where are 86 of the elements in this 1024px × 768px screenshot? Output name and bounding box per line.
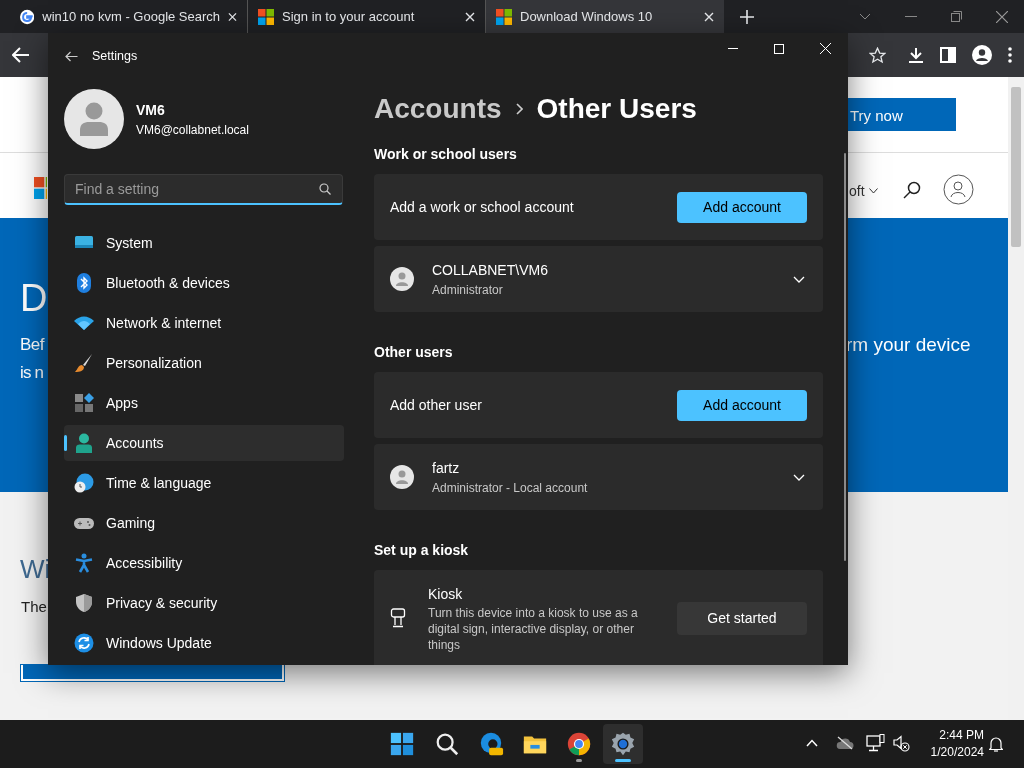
- nav-item[interactable]: System: [64, 225, 344, 261]
- account-role: Administrator: [432, 281, 504, 299]
- account-name: fartz: [432, 458, 461, 478]
- network-icon[interactable]: [866, 734, 886, 752]
- hero-text: is n: [20, 362, 44, 384]
- person-icon: [74, 433, 94, 453]
- minimize-icon[interactable]: [905, 15, 917, 18]
- download-icon[interactable]: [908, 47, 924, 63]
- account-role: Administrator - Local account: [432, 479, 588, 497]
- account-name: COLLABNET\VM6: [432, 260, 548, 280]
- nav-item[interactable]: Accounts: [64, 425, 344, 461]
- globe-clock-icon: [74, 473, 94, 493]
- microsoft-logo-icon: [496, 8, 512, 25]
- bluetooth-icon: [74, 273, 94, 293]
- notification-bell-icon[interactable]: [989, 736, 1003, 752]
- search-field[interactable]: Find a setting: [64, 174, 343, 205]
- card-label: Add other user: [390, 395, 482, 415]
- browser-icon: [478, 731, 504, 757]
- user-avatar-icon: [390, 465, 414, 489]
- page-title: Other Users: [536, 92, 697, 126]
- nav-item[interactable]: Privacy & security: [64, 585, 344, 621]
- menu-icon[interactable]: [1008, 47, 1012, 63]
- apps-icon: [74, 393, 94, 413]
- hero-text: Bef: [20, 334, 45, 356]
- nav-item[interactable]: Windows Update: [64, 625, 344, 661]
- clock[interactable]: 2:44 PM 1/20/2024: [920, 727, 984, 761]
- user-avatar-icon: [390, 267, 414, 291]
- kiosk-icon: [390, 608, 406, 628]
- new-tab-icon[interactable]: [740, 9, 754, 24]
- google-logo-icon: [20, 8, 35, 25]
- nav-item[interactable]: Apps: [64, 385, 344, 421]
- restore-icon[interactable]: [951, 11, 962, 22]
- get-started-button[interactable]: Get started: [677, 602, 807, 635]
- card-description: Turn this device into a kiosk to use as a digital sign, interactive display, or other things: [428, 605, 639, 653]
- update-button[interactable]: [21, 665, 284, 681]
- microsoft-logo-icon[interactable]: [34, 177, 47, 199]
- section-heading: Other users: [374, 343, 454, 362]
- chevron-right-icon: [515, 103, 523, 115]
- user-card[interactable]: fartz Administrator - Local account: [374, 444, 823, 510]
- window-title: Settings: [92, 48, 138, 66]
- sync-icon: [74, 633, 94, 653]
- taskbar-app[interactable]: [603, 724, 643, 764]
- section-heading: Set up a kiosk: [374, 541, 470, 560]
- nav-item[interactable]: Network & internet: [64, 305, 344, 341]
- side-panel-icon[interactable]: [940, 47, 956, 63]
- card-title: Kiosk: [428, 585, 464, 604]
- scrollbar[interactable]: [844, 153, 846, 561]
- scrollbar[interactable]: [1008, 77, 1024, 720]
- cloud-off-icon[interactable]: [836, 736, 854, 750]
- nav-item[interactable]: Bluetooth & devices: [64, 265, 344, 301]
- hero-heading: D: [20, 276, 48, 321]
- breadcrumb-link[interactable]: Accounts: [374, 88, 502, 130]
- section-heading: Work or school users: [374, 145, 518, 164]
- accessibility-icon: [74, 553, 94, 573]
- chrome-icon: [566, 731, 592, 757]
- gear-icon: [610, 731, 636, 757]
- add-account-button[interactable]: Add account: [677, 389, 807, 421]
- nav-item[interactable]: Time & language: [64, 465, 344, 501]
- star-icon[interactable]: [869, 46, 886, 64]
- maximize-icon[interactable]: [774, 43, 784, 54]
- nav-item[interactable]: Accessibility: [64, 545, 344, 581]
- user-card[interactable]: COLLABNET\VM6 Administrator: [374, 246, 823, 312]
- volume-muted-icon[interactable]: [893, 735, 910, 752]
- start-icon: [389, 731, 415, 757]
- nav-item[interactable]: Personalization: [64, 345, 344, 381]
- account-icon[interactable]: [943, 174, 974, 205]
- search-icon: [319, 183, 331, 195]
- paintbrush-icon: [74, 353, 94, 373]
- nav-item[interactable]: Gaming: [64, 505, 344, 541]
- profile-icon[interactable]: [972, 45, 992, 65]
- avatar-icon: [64, 89, 124, 149]
- search-icon[interactable]: [903, 181, 921, 199]
- browser-tab[interactable]: Download Windows 10: [486, 0, 724, 33]
- try-now-button[interactable]: Try now: [848, 98, 956, 131]
- shield-icon: [74, 593, 94, 613]
- microsoft-logo-icon: [258, 8, 274, 25]
- nav-link[interactable]: oft: [849, 181, 865, 202]
- user-name: VM6: [136, 100, 166, 120]
- search-icon: [434, 731, 460, 757]
- user-email: VM6@collabnet.local: [136, 121, 249, 139]
- chevron-up-icon[interactable]: [806, 739, 818, 747]
- card-label: Add a work or school account: [390, 197, 574, 217]
- chevron-down-icon[interactable]: [869, 188, 878, 194]
- section-text: The: [21, 597, 47, 617]
- back-arrow-icon[interactable]: [65, 51, 78, 62]
- add-account-button[interactable]: Add account: [677, 191, 807, 223]
